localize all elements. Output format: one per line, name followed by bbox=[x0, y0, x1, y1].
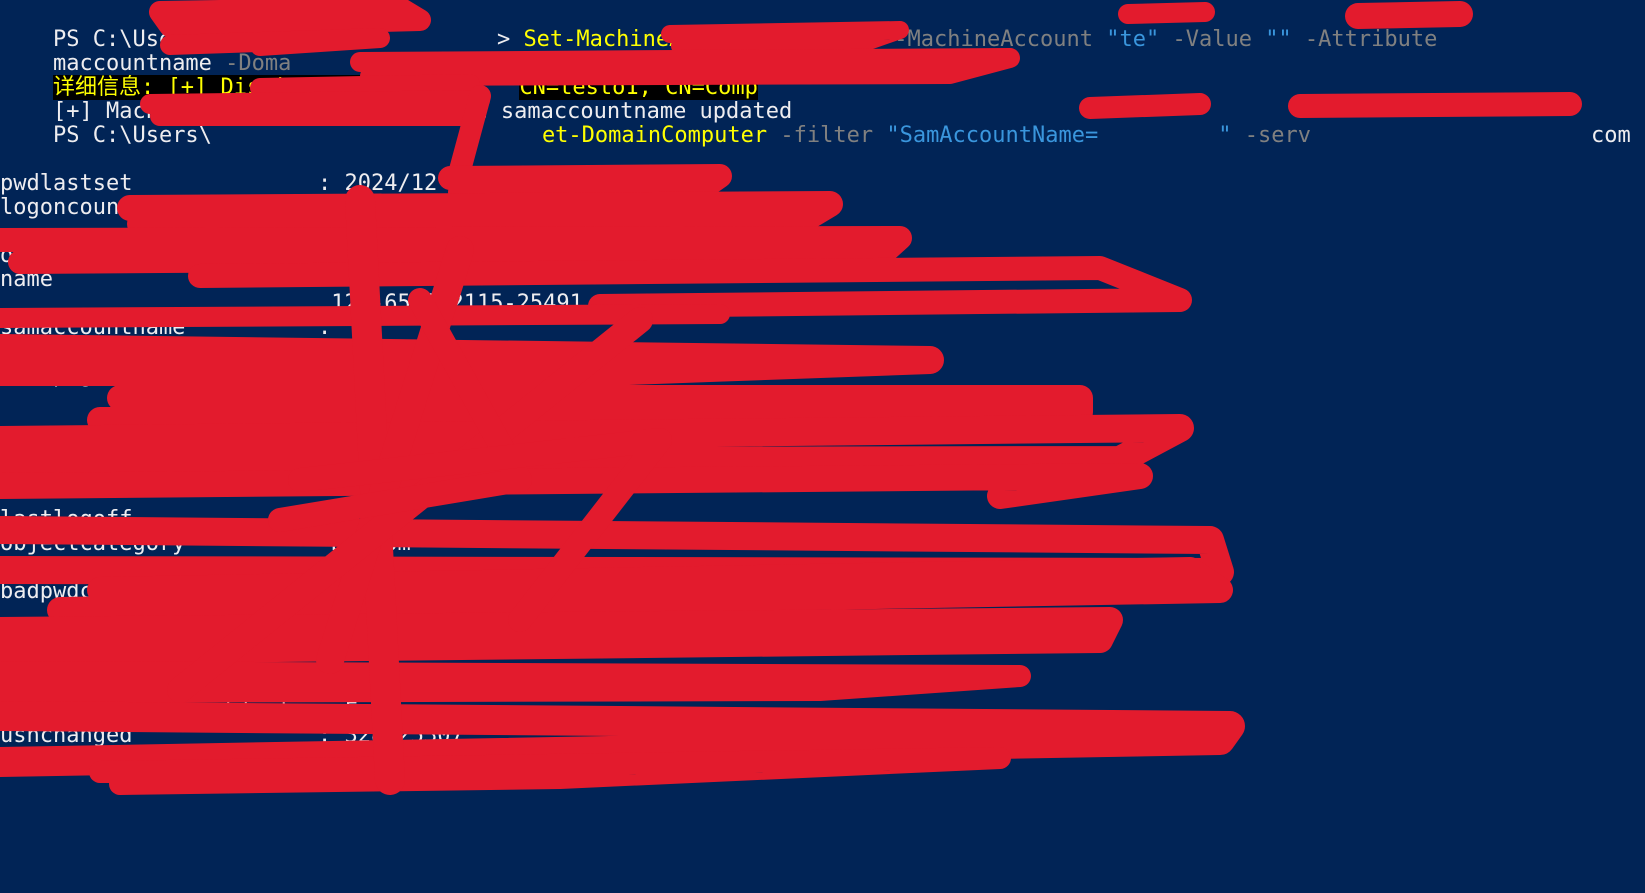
property-value: 2024/12 bbox=[344, 171, 438, 196]
property-name: whenchanged bbox=[0, 435, 146, 460]
property-name: usnchanged bbox=[0, 723, 133, 748]
parameter-verbose: -Verbose bbox=[835, 51, 956, 76]
property-row: pwdlastset: 2024/12 bbox=[0, 172, 437, 196]
property-name: name bbox=[0, 267, 53, 292]
verbose-output-line: 详细信息: [+] Distinguishe CN=testo1, CN=Comp bbox=[0, 52, 758, 100]
property-name: codepage bbox=[0, 363, 106, 388]
domain-suffix: com bbox=[796, 51, 836, 76]
parameter-filter: -filter bbox=[767, 123, 887, 148]
property-name: iscriticalsystemobject bbox=[0, 699, 292, 724]
output-line-updated: [+] Machine account bute samaccountname u… bbox=[0, 76, 792, 124]
property-row: lastlogoff bbox=[0, 508, 331, 532]
string-filter: "SamAccountName= bbox=[886, 123, 1099, 148]
powershell-console[interactable]: PS C:\Users\ > Set-MachineAccountAttribut… bbox=[0, 0, 1645, 893]
property-separator: : bbox=[318, 579, 332, 604]
property-row bbox=[0, 412, 331, 436]
property-row: logoncount bbox=[0, 196, 331, 220]
property-name: pwdlastset bbox=[0, 171, 133, 196]
parameter-value: -Value bbox=[1159, 27, 1266, 52]
property-value: 328125307 bbox=[344, 723, 464, 748]
property-separator: : bbox=[318, 315, 332, 340]
property-row: whencreated bbox=[0, 652, 331, 676]
property-separator: : bbox=[318, 699, 332, 724]
property-row: objectcategory DC=com bbox=[0, 532, 411, 556]
property-row: iscriticalsystemobject: False bbox=[0, 700, 411, 724]
property-row: whenchanged: 20 38 bbox=[0, 436, 477, 460]
property-row bbox=[0, 388, 331, 412]
string-filter-end: " bbox=[1218, 123, 1232, 148]
server-suffix: com bbox=[1590, 123, 1631, 148]
property-row: objectclass: {to bbox=[0, 244, 384, 268]
property-row bbox=[0, 604, 331, 628]
property-value: 20 38 bbox=[344, 435, 477, 460]
property-value: {to bbox=[344, 243, 385, 268]
string-value: "" bbox=[1265, 27, 1292, 52]
property-row: usnchanged: 328125307 bbox=[0, 724, 464, 748]
property-row: samaccountname: bbox=[0, 316, 345, 340]
property-row bbox=[0, 340, 331, 364]
property-value: False bbox=[344, 699, 411, 724]
property-separator: : bbox=[318, 435, 332, 460]
property-row: useraccountcontrol bbox=[0, 628, 331, 652]
property-value: CN=Comp DC=pine bbox=[331, 219, 557, 244]
property-value: 121-659922115-25491 bbox=[331, 291, 583, 316]
property-row bbox=[0, 484, 331, 508]
property-separator: : bbox=[318, 243, 332, 268]
cmdlet-name: et-DomainComputer bbox=[541, 123, 768, 148]
property-name: whencreated bbox=[0, 651, 146, 676]
property-row: badpwdcount: 0 bbox=[0, 580, 358, 604]
property-separator: : bbox=[318, 171, 332, 196]
property-value: DC=com bbox=[331, 531, 411, 556]
property-row bbox=[0, 556, 331, 580]
parameter-server: -serv bbox=[1231, 123, 1311, 148]
property-name: samaccountname bbox=[0, 315, 186, 340]
redaction-stroke bbox=[89, 747, 1011, 795]
property-name: logoncount bbox=[0, 195, 133, 220]
property-row: CN=Comp DC=pine bbox=[0, 220, 556, 244]
command-line-set-machine-account-attribute: PS C:\Users\ > Set-MachineAccountAttribut… bbox=[0, 4, 1437, 52]
property-row bbox=[0, 460, 331, 484]
prompt-text: PS C:\Users\ bbox=[52, 123, 212, 148]
property-row: codepage bbox=[0, 364, 331, 388]
command-continuation-line: maccountname -Doma DomainController com -… bbox=[0, 28, 955, 76]
property-separator: : bbox=[318, 267, 332, 292]
command-line-get-domain-computer: PS C:\Users\ et-DomainComputer -filter "S… bbox=[0, 100, 1631, 148]
property-separator: : bbox=[318, 723, 332, 748]
property-name: useraccountcontrol bbox=[0, 627, 239, 652]
property-name: objectcategory bbox=[0, 531, 186, 556]
string-machine-account: "te" bbox=[1106, 27, 1160, 52]
parameter-attribute: -Attribute bbox=[1291, 27, 1438, 52]
property-row: name: te bbox=[0, 268, 371, 292]
property-row bbox=[0, 676, 331, 700]
property-name: objectclass bbox=[0, 243, 146, 268]
property-value: te bbox=[344, 267, 372, 292]
redaction-stroke bbox=[438, 164, 732, 204]
property-value: 0 bbox=[344, 579, 358, 604]
property-name: lastlogoff bbox=[0, 507, 133, 532]
property-row: 121-659922115-25491 bbox=[0, 292, 583, 316]
property-name: badpwdcount bbox=[0, 579, 146, 604]
